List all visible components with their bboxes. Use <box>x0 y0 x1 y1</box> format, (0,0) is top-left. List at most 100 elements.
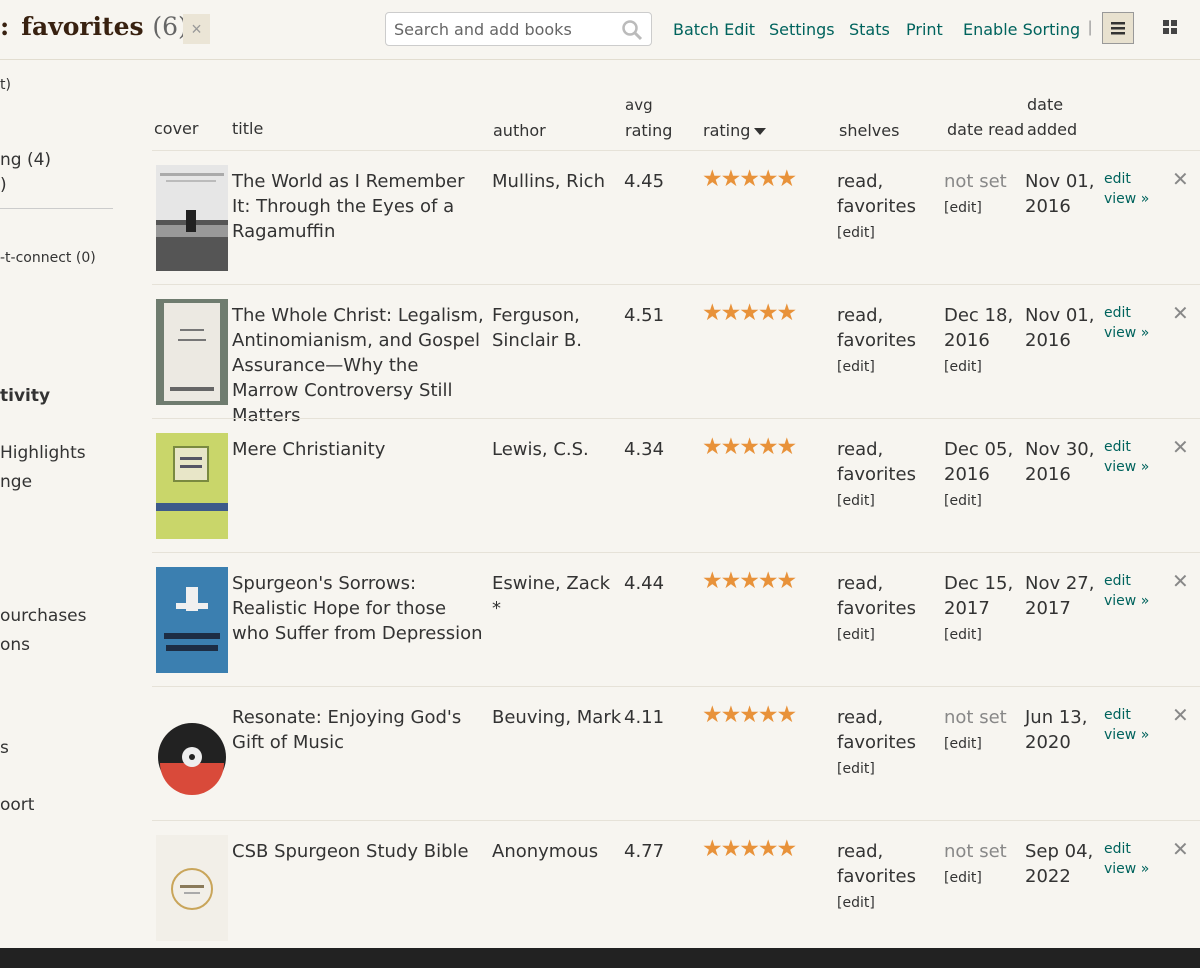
avg-rating: 4.11 <box>624 707 665 728</box>
book-title[interactable]: The Whole Christ: Legalism, Antinomianis… <box>232 303 487 428</box>
star-rating[interactable]: ★★★★★ <box>702 837 797 862</box>
list-view-button[interactable] <box>1102 12 1134 44</box>
date-read-value: not set <box>944 841 1007 862</box>
print-link[interactable]: Print <box>906 20 943 39</box>
book-author[interactable]: Anonymous <box>492 839 622 864</box>
edit-date-read-link[interactable]: [edit] <box>944 353 1013 381</box>
settings-link[interactable]: Settings <box>769 20 835 39</box>
sidebar-fragment[interactable]: ng (4) <box>0 150 51 170</box>
view-review-link[interactable]: view » <box>1104 725 1149 745</box>
book-author[interactable]: Ferguson, Sinclair B. <box>492 303 622 353</box>
book-title[interactable]: Spurgeon's Sorrows: Realistic Hope for t… <box>232 571 487 646</box>
view-review-link[interactable]: view » <box>1104 323 1149 343</box>
book-title[interactable]: Resonate: Enjoying God's Gift of Music <box>232 705 487 755</box>
sidebar-fragment[interactable]: Highlights <box>0 443 86 463</box>
star-rating[interactable]: ★★★★★ <box>702 301 797 326</box>
sidebar-fragment[interactable]: ons <box>0 635 30 655</box>
row-actions: edit view » <box>1104 839 1149 879</box>
view-review-link[interactable]: view » <box>1104 591 1149 611</box>
date-read-year: 2016 <box>944 330 990 351</box>
book-cover[interactable] <box>156 433 228 539</box>
edit-date-read-link[interactable]: [edit] <box>944 487 1013 515</box>
col-header-avg[interactable]: avg <box>625 96 653 114</box>
star-rating[interactable]: ★★★★★ <box>702 569 797 594</box>
col-header-avg-rating[interactable]: rating <box>625 121 672 140</box>
edit-review-link[interactable]: edit <box>1104 437 1149 457</box>
sidebar-fragment[interactable]: ourchases <box>0 606 87 626</box>
star-rating[interactable]: ★★★★★ <box>702 435 797 460</box>
col-header-title[interactable]: title <box>232 119 263 138</box>
col-header-rating[interactable]: rating <box>703 121 767 140</box>
view-review-link[interactable]: view » <box>1104 859 1149 879</box>
edit-review-link[interactable]: edit <box>1104 169 1149 189</box>
book-cover[interactable] <box>156 165 228 271</box>
view-review-link[interactable]: view » <box>1104 189 1149 209</box>
clear-shelf-button[interactable]: × <box>183 14 210 44</box>
edit-shelves-link[interactable]: [edit] <box>837 487 916 515</box>
shelf-favorites: favorites <box>837 464 916 485</box>
book-cover[interactable] <box>156 299 228 405</box>
edit-shelves-link[interactable]: [edit] <box>837 621 916 649</box>
book-cover[interactable] <box>156 835 228 941</box>
date-read-cell: not set [edit] <box>944 169 1007 222</box>
book-cover[interactable] <box>156 567 228 673</box>
sidebar-fragment[interactable]: -t-connect (0) <box>0 250 96 266</box>
sidebar-fragment[interactable]: oort <box>0 795 34 815</box>
edit-review-link[interactable]: edit <box>1104 705 1149 725</box>
edit-shelves-link[interactable]: [edit] <box>837 755 916 783</box>
remove-book-icon[interactable]: ✕ <box>1172 167 1189 192</box>
book-title[interactable]: CSB Spurgeon Study Bible <box>232 839 487 864</box>
book-author[interactable]: Lewis, C.S. <box>492 437 622 462</box>
date-added-cell: Nov 27, 2017 <box>1025 571 1094 621</box>
col-header-date[interactable]: date <box>1027 95 1063 114</box>
date-added-day: Nov 01, <box>1025 305 1095 326</box>
edit-review-link[interactable]: edit <box>1104 571 1149 591</box>
book-author[interactable]: Beuving, Mark <box>492 705 622 730</box>
remove-book-icon[interactable]: ✕ <box>1172 435 1189 460</box>
sidebar-fragment[interactable]: ) <box>0 175 7 195</box>
col-header-date-read[interactable]: date read <box>947 120 1024 139</box>
search-icon[interactable] <box>621 19 643 46</box>
edit-shelves-link[interactable]: [edit] <box>837 889 916 917</box>
remove-book-icon[interactable]: ✕ <box>1172 703 1189 728</box>
edit-shelves-link[interactable]: [edit] <box>837 219 916 247</box>
search-input[interactable] <box>386 13 611 45</box>
table-row: The Whole Christ: Legalism, Antinomianis… <box>152 284 1200 426</box>
sidebar-fragment[interactable]: nge <box>0 472 32 492</box>
shelf-favorites: favorites <box>837 598 916 619</box>
remove-book-icon[interactable]: ✕ <box>1172 569 1189 594</box>
book-author[interactable]: Eswine, Zack * <box>492 571 622 621</box>
star-rating[interactable]: ★★★★★ <box>702 703 797 728</box>
date-added-year: 2022 <box>1025 866 1071 887</box>
row-actions: edit view » <box>1104 705 1149 745</box>
edit-review-link[interactable]: edit <box>1104 839 1149 859</box>
col-header-author[interactable]: author <box>493 121 546 140</box>
book-title[interactable]: The World as I Remember It: Through the … <box>232 169 487 244</box>
book-author[interactable]: Mullins, Rich <box>492 169 622 194</box>
edit-date-read-link[interactable]: [edit] <box>944 621 1013 649</box>
stats-link[interactable]: Stats <box>849 20 890 39</box>
col-header-shelves[interactable]: shelves <box>839 121 899 140</box>
shelves-cell: read, favorites [edit] <box>837 303 916 381</box>
shelf-title: : favorites (6) <box>0 12 188 41</box>
book-cover[interactable] <box>156 701 228 807</box>
batch-edit-link[interactable]: Batch Edit <box>673 20 755 39</box>
view-review-link[interactable]: view » <box>1104 457 1149 477</box>
edit-date-read-link[interactable]: [edit] <box>944 864 1007 892</box>
edit-shelves-link[interactable]: [edit] <box>837 353 916 381</box>
date-added-cell: Nov 01, 2016 <box>1025 169 1094 219</box>
sidebar-fragment[interactable]: s <box>0 738 9 758</box>
remove-book-icon[interactable]: ✕ <box>1172 837 1189 862</box>
edit-date-read-link[interactable]: [edit] <box>944 194 1007 222</box>
book-title[interactable]: Mere Christianity <box>232 437 487 462</box>
enable-sorting-link[interactable]: Enable Sorting <box>963 20 1080 39</box>
edit-date-read-link[interactable]: [edit] <box>944 730 1007 758</box>
star-rating[interactable]: ★★★★★ <box>702 167 797 192</box>
date-added-cell: Jun 13, 2020 <box>1025 705 1087 755</box>
sidebar-fragment[interactable]: t) <box>0 77 11 93</box>
cover-view-button[interactable] <box>1158 14 1184 40</box>
col-header-date-added[interactable]: added <box>1027 120 1077 139</box>
edit-review-link[interactable]: edit <box>1104 303 1149 323</box>
date-read-cell: not set [edit] <box>944 839 1007 892</box>
remove-book-icon[interactable]: ✕ <box>1172 301 1189 326</box>
